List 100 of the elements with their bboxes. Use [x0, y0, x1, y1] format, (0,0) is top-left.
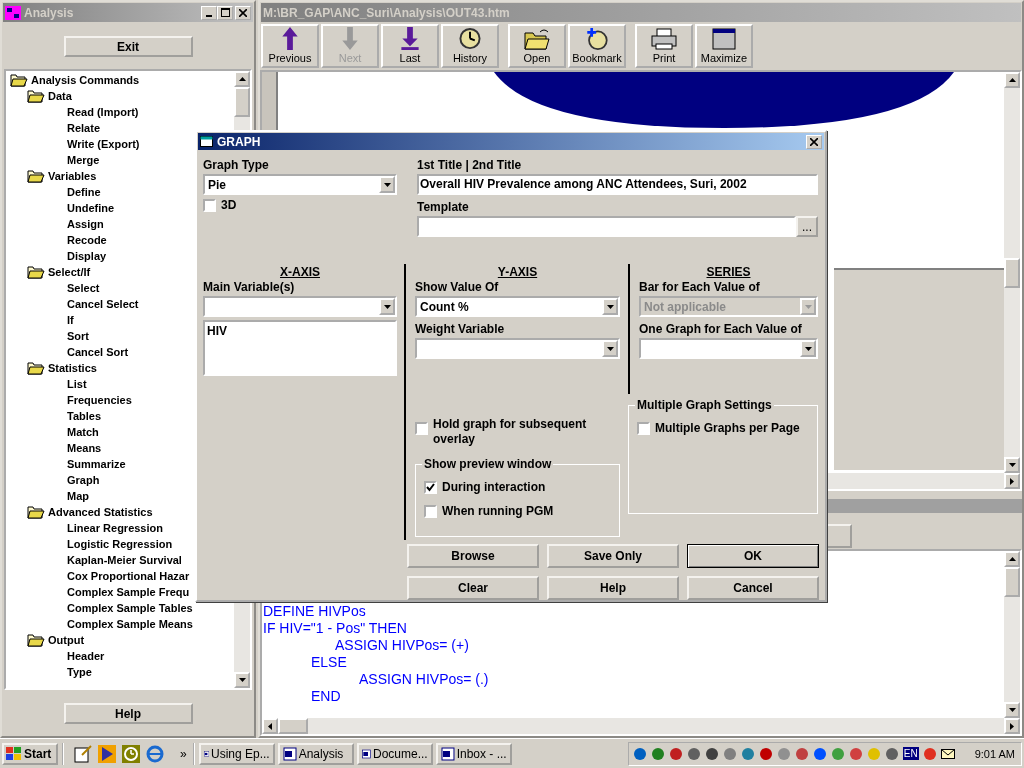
tree-item[interactable]: Output [48, 634, 85, 646]
checkbox[interactable] [203, 198, 216, 212]
clock-icon[interactable] [122, 744, 140, 763]
scrollbar[interactable] [1004, 551, 1020, 718]
toolbar-button[interactable]: Maximize [695, 24, 753, 68]
tree-item[interactable]: Sort [67, 330, 89, 342]
tree-item[interactable]: Variables [48, 170, 97, 182]
tree-item[interactable]: Linear Regression [67, 522, 163, 534]
tree-item[interactable]: Select/If [48, 266, 91, 278]
tray-icon[interactable] [686, 746, 701, 761]
scroll-down-button[interactable] [1004, 702, 1020, 718]
graph-value-dropdown[interactable] [639, 338, 818, 359]
title-field[interactable]: Overall HIV Prevalence among ANC Attendees, Suri, 2002 [417, 174, 818, 195]
toolbar-button[interactable]: Print [635, 24, 693, 68]
exit-button[interactable]: Exit [63, 36, 193, 57]
tree-item[interactable]: Relate [67, 122, 101, 134]
browse-template-button[interactable]: ... [796, 216, 818, 237]
template-field[interactable] [417, 216, 796, 237]
envelope-icon[interactable] [940, 747, 955, 760]
tree-item[interactable]: Type [67, 666, 92, 678]
dialog-button[interactable]: Clear [407, 576, 539, 600]
tree-item[interactable]: Cox Proportional Hazar [67, 570, 190, 582]
more-button[interactable]: » [180, 746, 187, 761]
tray-icon[interactable] [650, 746, 665, 761]
tree-item[interactable]: Logistic Regression [67, 538, 173, 550]
toolbar-button[interactable]: Open [508, 24, 566, 68]
tree-item[interactable]: If [67, 314, 74, 326]
checkbox[interactable] [424, 480, 437, 494]
weight-variable-dropdown[interactable] [415, 338, 620, 359]
scroll-up-button[interactable] [1004, 72, 1020, 88]
tree-item[interactable]: Cancel Select [67, 298, 139, 310]
tree-item[interactable]: Write (Export) [67, 138, 140, 150]
scroll-thumb[interactable] [278, 718, 308, 734]
tree-item[interactable]: Statistics [48, 362, 97, 374]
toolbar-button[interactable]: Bookmark [568, 24, 626, 68]
scroll-thumb[interactable] [1004, 257, 1020, 288]
tray-icon[interactable] [794, 746, 809, 761]
tree-item[interactable]: Frequencies [67, 394, 132, 406]
tree-item[interactable]: Display [67, 250, 107, 262]
dialog-button[interactable]: Cancel [687, 576, 819, 600]
scroll-thumb[interactable] [1004, 567, 1020, 597]
taskbar-button[interactable]: Inbox - ... [435, 742, 512, 765]
editor-button[interactable] [826, 524, 852, 548]
dialog-button[interactable]: Browse [407, 544, 539, 568]
tree-item[interactable]: List [67, 378, 87, 390]
scroll-right-button[interactable] [1004, 473, 1020, 489]
toolbar-button[interactable]: History [441, 24, 499, 68]
taskbar-button[interactable]: Using Ep... [198, 742, 275, 765]
help-button[interactable]: Help [63, 703, 193, 724]
scroll-up-button[interactable] [1004, 551, 1020, 567]
tree-item[interactable]: Complex Sample Means [67, 618, 193, 630]
tray-icon[interactable] [848, 746, 863, 761]
toolbar-button[interactable]: Last [381, 24, 439, 68]
selected-variable[interactable]: HIV [207, 324, 393, 338]
tree-item[interactable]: Read (Import) [67, 106, 139, 118]
tray-icon[interactable] [812, 746, 827, 761]
tree-item[interactable]: Complex Sample Frequ [67, 586, 190, 598]
scroll-thumb[interactable] [234, 87, 250, 117]
browser-icon[interactable] [146, 744, 164, 763]
scrollbar[interactable] [1004, 72, 1020, 473]
tray-icon[interactable] [884, 746, 899, 761]
tray-icon[interactable] [668, 746, 683, 761]
tree-item[interactable]: Merge [67, 154, 100, 166]
checkbox[interactable] [424, 504, 437, 518]
scroll-down-button[interactable] [1004, 457, 1020, 473]
tree-item[interactable]: Map [67, 490, 89, 502]
tree-item[interactable]: Cancel Sort [67, 346, 129, 358]
dialog-button[interactable]: Help [547, 576, 679, 600]
dialog-button[interactable]: OK [687, 544, 819, 568]
checkbox[interactable] [415, 422, 428, 435]
scroll-right-button[interactable] [1004, 718, 1020, 734]
language-indicator[interactable]: EN [902, 747, 919, 760]
taskbar-button[interactable]: Docume... [356, 742, 433, 765]
variable-list[interactable]: HIV [203, 320, 397, 376]
tree-item[interactable]: Header [67, 650, 105, 662]
taskbar-button[interactable]: Analysis [277, 742, 354, 765]
checkbox[interactable] [637, 421, 650, 435]
tree-item[interactable]: Assign [67, 218, 104, 230]
tree-item[interactable]: Summarize [67, 458, 126, 470]
tree-item[interactable]: Tables [67, 410, 102, 422]
dialog-button[interactable]: Save Only [547, 544, 679, 568]
show-value-dropdown[interactable]: Count % [415, 296, 620, 317]
tree-item[interactable]: Match [67, 426, 99, 438]
tray-icon[interactable] [632, 746, 647, 761]
tree-item[interactable]: Select [67, 282, 100, 294]
tray-icon[interactable] [758, 746, 773, 761]
main-variable-dropdown[interactable] [203, 296, 397, 317]
tree-item[interactable]: Means [67, 442, 102, 454]
close-button[interactable] [806, 134, 822, 149]
scroll-down-button[interactable] [234, 672, 250, 688]
toolbar-button[interactable]: Previous [261, 24, 319, 68]
play-icon[interactable] [98, 744, 116, 763]
start-button[interactable]: Start [2, 742, 58, 765]
graph-type-dropdown[interactable]: Pie [203, 174, 397, 195]
tree-item[interactable]: Recode [67, 234, 107, 246]
tree-item[interactable]: Undefine [67, 202, 115, 214]
tree-item[interactable]: Complex Sample Tables [67, 602, 193, 614]
tree-item[interactable]: Data [48, 90, 72, 102]
scrollbar[interactable] [262, 718, 1020, 734]
tree-item[interactable]: Advanced Statistics [48, 506, 153, 518]
